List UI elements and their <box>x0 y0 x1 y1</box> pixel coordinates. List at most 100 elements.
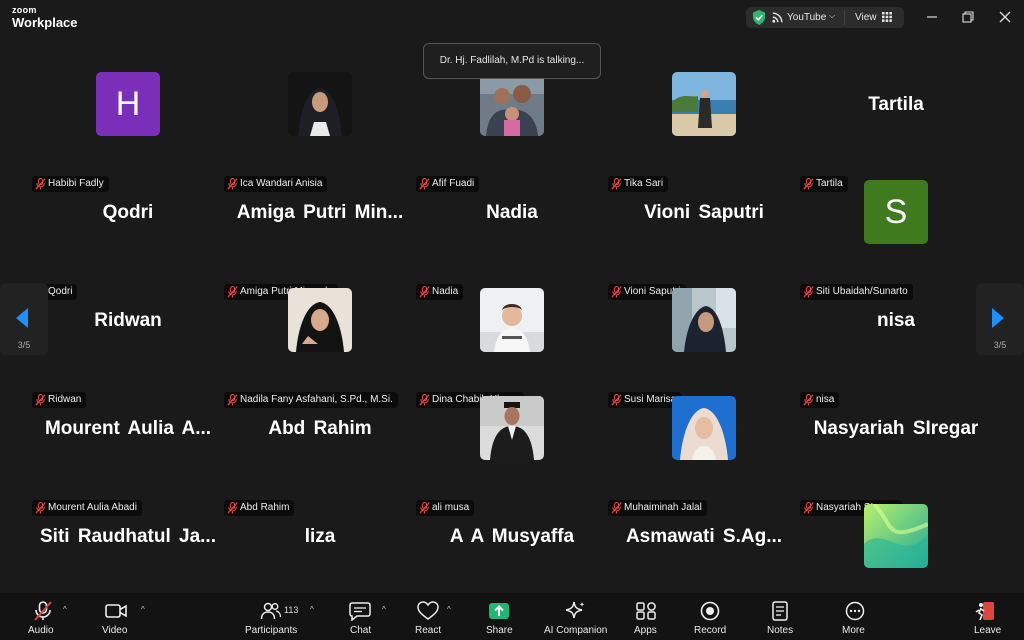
participant-tile[interactable]: Ica Wandari Anisia <box>224 36 416 192</box>
shield-check-icon[interactable] <box>752 10 766 25</box>
chat-options-caret-icon[interactable]: ^ <box>382 605 386 614</box>
participant-tile[interactable]: Tika Sari <box>608 36 800 192</box>
record-button[interactable]: Record <box>693 593 729 640</box>
stream-view-pill: YouTube ⌵ View <box>746 7 904 28</box>
more-dots-icon <box>845 601 865 621</box>
participant-tile[interactable]: Mourent Aulia A... Mourent Aulia Abadi <box>32 360 224 516</box>
page-indicator-left: 3/5 <box>17 340 31 350</box>
participant-display-name: Abd Rahim <box>268 418 372 439</box>
participant-tile[interactable]: Tartila Tartila <box>800 36 992 192</box>
participant-tile[interactable]: Mona <box>800 468 992 624</box>
participant-display-name: Ridwan <box>94 310 162 331</box>
audio-button[interactable]: Audio <box>26 593 60 640</box>
audio-options-caret-icon[interactable]: ^ <box>63 605 67 614</box>
logo-zoom-text: zoom <box>12 5 37 15</box>
apps-button[interactable]: Apps <box>633 593 663 640</box>
participant-display-name: Tartila <box>868 94 924 115</box>
participants-label: Participants <box>245 625 298 636</box>
youtube-stream-button[interactable]: YouTube <box>787 12 826 23</box>
close-icon[interactable] <box>996 8 1014 26</box>
react-options-caret-icon[interactable]: ^ <box>447 605 451 614</box>
participant-tile[interactable]: Vioni Saputri Vioni Saputri <box>608 144 800 300</box>
participant-tile[interactable]: nisa nisa <box>800 252 992 408</box>
notes-label: Notes <box>767 625 794 636</box>
leave-meeting-button[interactable]: Leave <box>971 593 1001 640</box>
react-button[interactable]: React <box>414 593 448 640</box>
title-bar: zoom Workplace YouTube ⌵ View <box>0 0 1024 36</box>
participant-display-name: Siti Raudhatul Ja... <box>40 526 216 547</box>
avatar: H <box>96 72 160 136</box>
meeting-toolbar: Audio ^ Video ^ Participants 113 ^ Chat … <box>0 593 1024 640</box>
participant-display-name: Qodri <box>102 202 154 223</box>
view-button[interactable]: View <box>855 12 877 23</box>
grid-view-icon[interactable] <box>882 12 892 22</box>
participant-display-name: Mourent Aulia A... <box>44 418 212 439</box>
participant-display-name: Nadia <box>486 202 538 223</box>
audio-label: Audio <box>28 625 54 636</box>
participant-display-name: Vioni Saputri <box>644 202 764 223</box>
participant-display-name: liza <box>304 526 336 547</box>
share-label: Share <box>486 625 513 636</box>
participant-tile[interactable]: S Siti Ubaidah/Sunarto <box>800 144 992 300</box>
participants-count: 113 <box>284 605 299 615</box>
participant-display-name: Nasyariah SIregar <box>813 418 979 439</box>
avatar: S <box>864 180 928 244</box>
record-label: Record <box>694 625 727 636</box>
participants-options-caret-icon[interactable]: ^ <box>310 605 314 614</box>
share-screen-icon <box>489 603 509 619</box>
video-camera-icon <box>105 604 127 618</box>
chat-label: Chat <box>350 625 372 636</box>
participant-tile[interactable]: Susi Marisa <box>608 252 800 408</box>
video-button[interactable]: Video <box>102 593 136 640</box>
previous-page-button[interactable]: 3/5 <box>0 283 48 355</box>
react-label: React <box>415 625 442 636</box>
participant-display-name: Amiga Putri Min... <box>236 202 404 223</box>
minimize-icon[interactable] <box>923 8 941 26</box>
avatar <box>672 72 736 136</box>
next-page-button[interactable]: 3/5 <box>976 283 1024 355</box>
participant-tile[interactable]: Siti Raudhatul Ja...Siti Raudhatul Janna… <box>32 468 224 624</box>
participant-tile[interactable]: H Habibi Fadly <box>32 36 224 192</box>
page-indicator-right: 3/5 <box>993 340 1007 350</box>
chat-bubble-icon <box>349 602 371 621</box>
chat-button[interactable]: Chat <box>347 593 377 640</box>
more-button[interactable]: More <box>840 593 870 640</box>
ai-companion-button[interactable]: AI Companion <box>543 593 609 640</box>
participant-tile[interactable]: Nadia Nadia <box>416 144 608 300</box>
video-options-caret-icon[interactable]: ^ <box>141 605 145 614</box>
participant-tile[interactable]: Asmawati S.Ag...Asmawati S.Ag M.Pd.I <box>608 468 800 624</box>
avatar <box>480 72 544 136</box>
share-screen-button[interactable]: Share <box>485 593 515 640</box>
notes-button[interactable]: Notes <box>766 593 796 640</box>
participant-tile[interactable]: Nasyariah SIregar Nasyariah SIregar <box>800 360 992 516</box>
restore-icon[interactable] <box>959 8 977 26</box>
avatar <box>672 288 736 352</box>
notes-icon <box>772 601 788 621</box>
avatar <box>288 288 352 352</box>
sparkle-icon <box>565 601 585 619</box>
participant-tile[interactable]: A A MusyaffaA A Musyaffa <box>416 468 608 624</box>
avatar <box>480 396 544 460</box>
participant-tile[interactable]: Abd Rahim Abd Rahim <box>224 360 416 516</box>
participant-tile[interactable]: ali musa <box>416 360 608 516</box>
participant-tile[interactable]: Nadila Fany Asfahani, S.Pd., M.Si. <box>224 252 416 408</box>
heart-icon <box>417 601 439 620</box>
apps-icon <box>636 602 656 620</box>
record-icon <box>700 601 720 621</box>
participants-button[interactable]: Participants <box>243 593 303 640</box>
participants-icon <box>260 602 282 620</box>
participant-tile[interactable]: Dina Chabib Uluum <box>416 252 608 408</box>
participant-tile[interactable]: Ridwan Ridwan <box>32 252 224 408</box>
participant-tile[interactable]: Muhaiminah Jalal <box>608 360 800 516</box>
participant-display-name: Asmawati S.Ag... <box>625 526 783 547</box>
divider <box>844 10 845 25</box>
apps-label: Apps <box>634 625 657 636</box>
avatar <box>864 504 928 568</box>
arrow-right-icon <box>992 308 1004 328</box>
chevron-down-icon[interactable]: ⌵ <box>829 11 835 21</box>
participant-tile[interactable]: Amiga Putri Min... Amiga Putri Minanda <box>224 144 416 300</box>
video-label: Video <box>102 625 128 636</box>
participant-tile[interactable]: Qodri Qodri <box>32 144 224 300</box>
leave-label: Leave <box>974 625 1002 636</box>
participant-tile[interactable]: lizaliza <box>224 468 416 624</box>
